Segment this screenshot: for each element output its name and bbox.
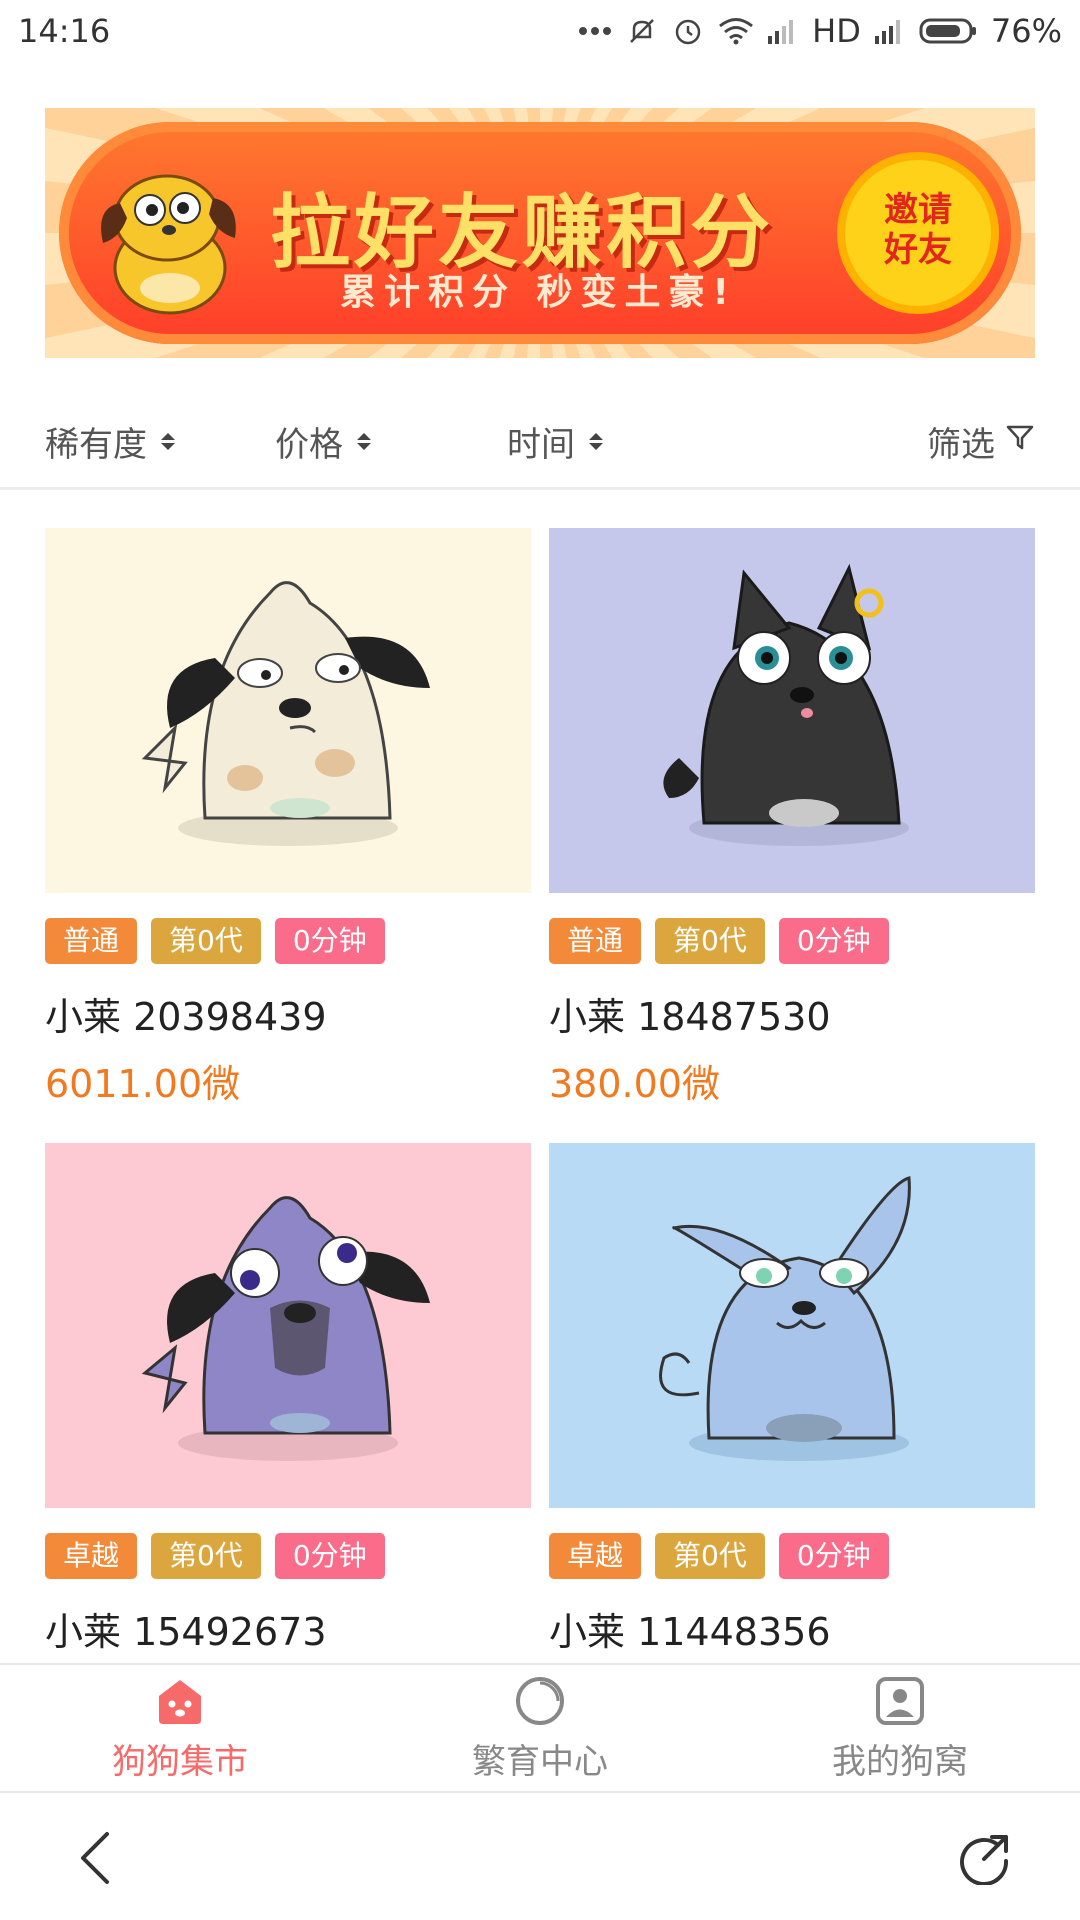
sort-price[interactable]: 价格 [275, 417, 507, 466]
sort-time[interactable]: 时间 [507, 417, 897, 466]
sort-caret-icon [589, 432, 603, 450]
rarity-tag: 普通 [45, 918, 138, 964]
dog-tags: 普通 第0代 0分钟 [549, 918, 889, 964]
user-card-icon [876, 1676, 924, 1725]
wifi-icon [718, 17, 754, 45]
dog-price: 380.00微 [549, 1062, 720, 1106]
tab-label: 狗狗集市 [112, 1741, 248, 1782]
sort-bar: 稀有度 价格 时间 筛选 [0, 395, 1080, 490]
signal-icon [768, 18, 798, 44]
signal-icon [874, 18, 905, 44]
dog-name: 小莱 18487530 [549, 995, 831, 1039]
rarity-tag: 卓越 [45, 1533, 138, 1579]
rarity-tag: 卓越 [549, 1533, 642, 1579]
dog-image [549, 1143, 1035, 1508]
dog-image [45, 1143, 531, 1508]
cooldown-tag: 0分钟 [778, 918, 889, 964]
circle-icon [516, 1676, 564, 1725]
dog-listing-card[interactable]: 卓越 第0代 0分钟 小莱 15492673 [45, 1143, 531, 1723]
dog-tags: 卓越 第0代 0分钟 [549, 1533, 889, 1579]
tab-label: 我的狗窝 [832, 1741, 968, 1782]
black-dog [663, 563, 909, 846]
generation-tag: 第0代 [151, 1533, 261, 1579]
filter-label: 筛选 [927, 424, 995, 465]
sort-caret-icon [161, 432, 175, 450]
tab-label: 繁育中心 [472, 1741, 608, 1782]
network-type: HD [812, 12, 861, 50]
sort-time-label: 时间 [507, 424, 575, 465]
dog-name: 小莱 11448356 [549, 1610, 831, 1654]
generation-tag: 第0代 [151, 918, 261, 964]
status-bar: 14:16 HD 76% [0, 0, 1080, 62]
back-chevron-icon [81, 1831, 109, 1884]
white-spotted-dog [141, 581, 430, 846]
bottom-nav-bar [0, 1795, 1080, 1920]
filter-funnel-icon [1005, 421, 1035, 461]
sort-rarity[interactable]: 稀有度 [45, 417, 275, 466]
sort-rarity-label: 稀有度 [45, 424, 147, 465]
dog-name: 小莱 20398439 [45, 995, 327, 1039]
share-button[interactable] [950, 1823, 1020, 1893]
sort-caret-icon [357, 432, 371, 450]
banner-subtitle: 累计积分 秒变土豪! [340, 272, 737, 313]
battery-level: 76% [990, 12, 1062, 50]
cooldown-tag: 0分钟 [274, 918, 385, 964]
promo-banner[interactable]: 拉好友赚积分 累计积分 秒变土豪! 邀请 好友 [45, 108, 1035, 358]
dog-listing-card[interactable]: 普通 第0代 0分钟 小莱 20398439 6011.00微 [45, 528, 531, 1108]
dog-name: 小莱 15492673 [45, 1610, 327, 1654]
tab-breeding-center[interactable]: 繁育中心 [360, 1665, 720, 1791]
battery-icon [919, 17, 977, 45]
status-icons: HD 76% [578, 12, 1062, 50]
generation-tag: 第0代 [655, 918, 765, 964]
mute-icon [626, 15, 658, 47]
alarm-icon [672, 15, 704, 47]
more-dots-icon [578, 26, 612, 36]
dog-tags: 普通 第0代 0分钟 [45, 918, 385, 964]
generation-tag: 第0代 [655, 1533, 765, 1579]
invite-label-line1: 邀请 [884, 190, 952, 230]
invite-friends-button[interactable]: 邀请 好友 [845, 160, 991, 306]
dog-image [45, 528, 531, 893]
bottom-tab-bar: 狗狗集市 繁育中心 我的狗窝 [0, 1663, 1080, 1793]
cooldown-tag: 0分钟 [778, 1533, 889, 1579]
blue-cat-dog [659, 1176, 911, 1461]
tab-my-kennel[interactable]: 我的狗窝 [720, 1665, 1080, 1791]
dog-image [549, 528, 1035, 893]
dog-listing-card[interactable]: 卓越 第0代 0分钟 小莱 11448356 [549, 1143, 1035, 1723]
banner-dog-illustration [101, 174, 236, 315]
invite-label-line2: 好友 [884, 230, 952, 270]
status-time: 14:16 [18, 12, 111, 50]
share-arrow-icon [960, 1834, 1009, 1885]
cooldown-tag: 0分钟 [274, 1533, 385, 1579]
dog-face-icon [159, 1679, 201, 1724]
sort-price-label: 价格 [275, 424, 343, 465]
dog-price: 6011.00微 [45, 1062, 241, 1106]
filter-button[interactable]: 筛选 [927, 417, 1035, 466]
purple-dog [141, 1196, 430, 1461]
rarity-tag: 普通 [549, 918, 642, 964]
dog-tags: 卓越 第0代 0分钟 [45, 1533, 385, 1579]
tab-dog-market[interactable]: 狗狗集市 [0, 1665, 360, 1791]
back-button[interactable] [60, 1823, 130, 1893]
dog-listing-card[interactable]: 普通 第0代 0分钟 小莱 18487530 380.00微 [549, 528, 1035, 1108]
